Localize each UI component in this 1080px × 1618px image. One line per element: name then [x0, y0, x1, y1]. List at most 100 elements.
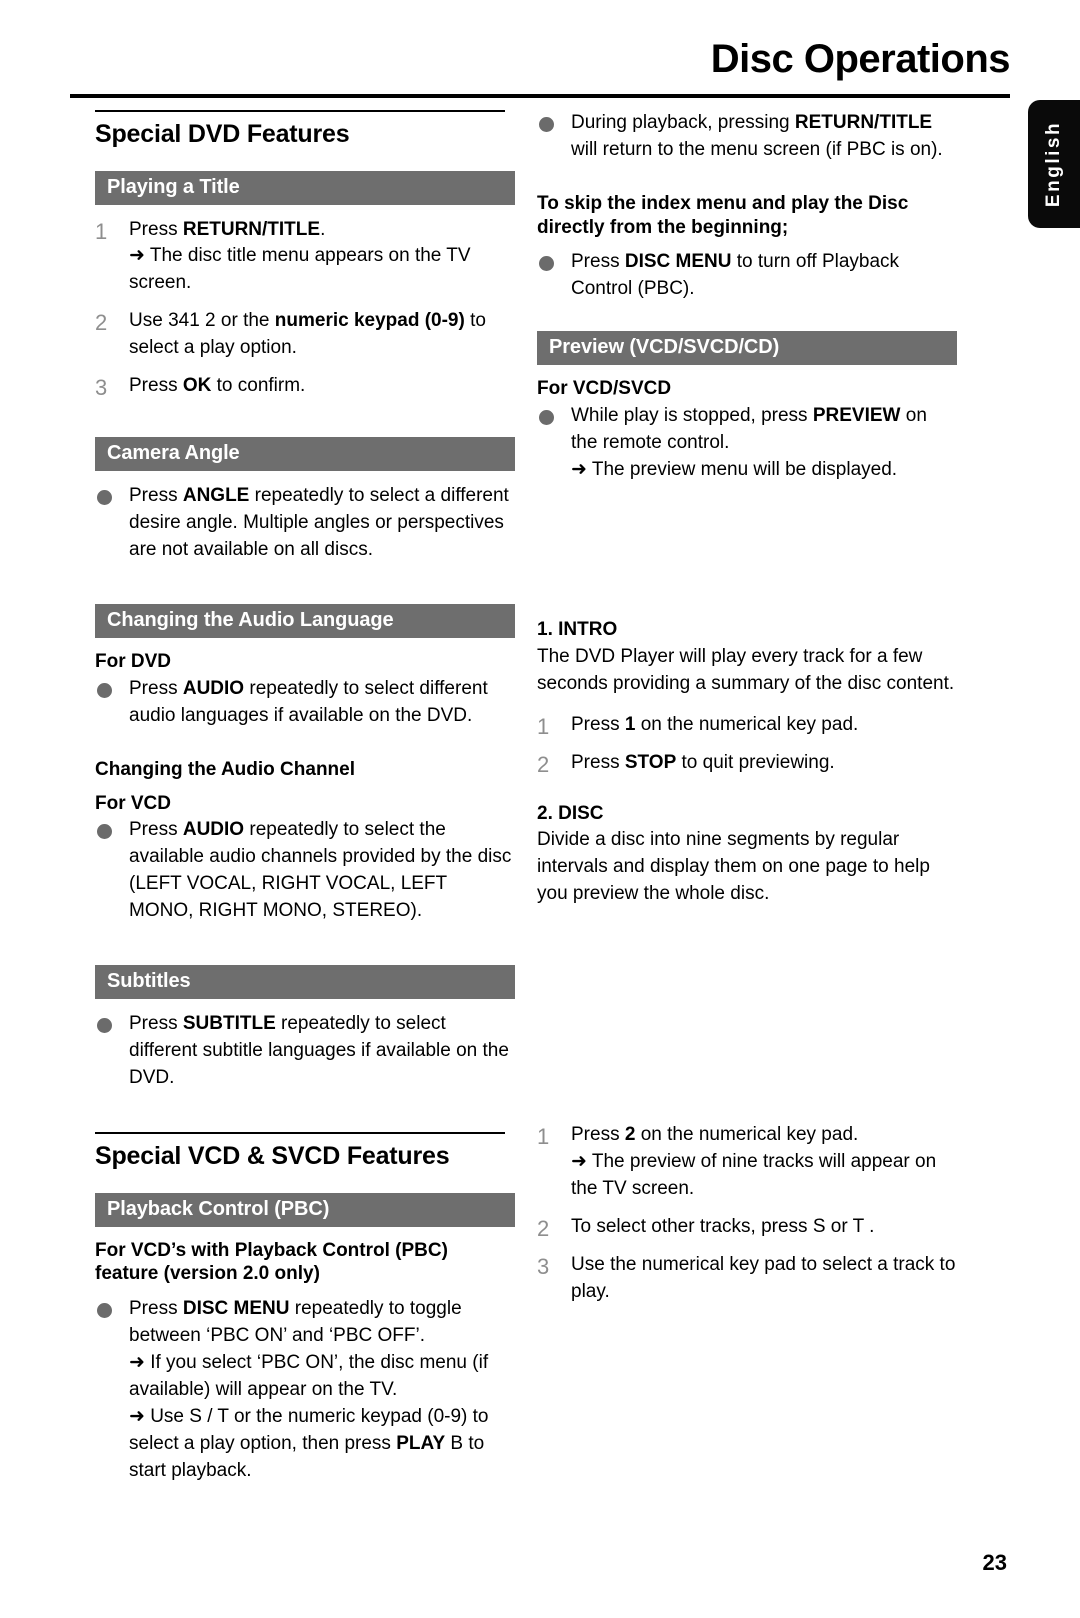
step-number: 3	[95, 375, 108, 401]
pbc-result-arrow-2: ➜ Use S / T or the numeric keypad (0-9) …	[129, 1404, 515, 1485]
step-text-pre: Use 341 2 or the	[129, 310, 275, 332]
step-number: 2	[537, 1216, 550, 1242]
language-tab-label: English	[1043, 120, 1064, 208]
step-number: 2	[95, 310, 108, 336]
bullet-text-pre: During playback, pressing	[571, 112, 795, 133]
step-text-pre: Press	[571, 751, 625, 773]
bullet-return-title: During playback, pressing RETURN/TITLE w…	[537, 110, 957, 164]
bullet-audio-channel: Press AUDIO repeatedly to select the ava…	[95, 817, 515, 925]
bullet-playback-control: Press DISC MENU repeatedly to toggle bet…	[95, 1296, 515, 1485]
step-text-bold: numeric keypad (0-9)	[274, 310, 465, 332]
bullet-text-bold: PREVIEW	[812, 405, 901, 427]
bullet-dot-icon	[97, 1018, 112, 1034]
heading-skip-index-menu: To skip the index menu and play the Disc…	[537, 192, 909, 238]
step-playing-title-2: 2 Use 341 2 or the numeric keypad (0-9) …	[95, 308, 515, 362]
heading-changing-audio-channel: Changing the Audio Channel	[95, 758, 355, 780]
pbc-arrow2-bold: PLAY	[396, 1433, 446, 1455]
step-result-arrow: ➜ The disc title menu appears on the TV …	[129, 245, 471, 294]
bullet-text-pre: Press	[571, 251, 625, 273]
bullet-text-pre: Press	[129, 819, 183, 841]
step-text-bold: 1	[624, 713, 636, 735]
disc-body: Divide a disc into nine segments by regu…	[537, 829, 930, 905]
subhead-for-vcd-svcd: For VCD/SVCD	[537, 378, 672, 400]
intro-body: The DVD Player will play every track for…	[537, 645, 955, 694]
bullet-text-pre: Press	[129, 1298, 183, 1320]
bullet-preview: While play is stopped, press PREVIEW on …	[537, 403, 957, 484]
pbc-result-arrow-1: ➜ If you select ‘PBC ON’, the disc menu …	[129, 1352, 489, 1401]
bullet-camera-angle: Press ANGLE repeatedly to select a diffe…	[95, 483, 515, 564]
step-text-pre: Press	[129, 218, 183, 240]
section-title-text: Special VCD & SVCD Features	[95, 1142, 450, 1171]
band-subtitles: Subtitles	[95, 965, 515, 1000]
step-text-bold: STOP	[624, 751, 677, 773]
header-divider	[70, 94, 1010, 98]
bullet-dot-icon	[97, 1303, 112, 1319]
bullet-text-bold: AUDIO	[182, 677, 245, 699]
bullet-dot-icon	[539, 117, 554, 132]
bullet-dot-icon	[539, 410, 554, 426]
step-text-bold: OK	[182, 375, 212, 397]
left-column: Special DVD Features Playing a Title 1 P…	[95, 110, 515, 1499]
step-text-post: on the numerical key pad.	[635, 1124, 859, 1146]
step-playing-title-1: 1 Press RETURN/TITLE. ➜ The disc title m…	[95, 217, 515, 298]
heading-intro: 1. INTRO	[537, 619, 618, 641]
bullet-text-bold: RETURN/TITLE	[794, 112, 933, 133]
right-column: During playback, pressing RETURN/TITLE w…	[537, 110, 957, 1317]
bullet-audio-language: Press AUDIO repeatedly to select differe…	[95, 676, 515, 730]
step-disc-1: 1 Press 2 on the numerical key pad. ➜ Th…	[537, 1122, 957, 1203]
step-text-pre: Press	[129, 375, 183, 397]
bullet-text-pre: Press	[129, 677, 183, 699]
step-text-post: to quit previewing.	[676, 751, 835, 773]
bullet-text-pre: While play is stopped, press	[571, 405, 813, 427]
step-number: 2	[537, 751, 550, 777]
step-intro-2: 2 Press STOP to quit previewing.	[537, 750, 957, 777]
step-text-post: on the numerical key pad.	[635, 713, 859, 735]
bullet-dot-icon	[97, 490, 112, 506]
bullet-text-pre: Press	[129, 485, 183, 507]
preview-result-arrow: ➜ The preview menu will be displayed.	[571, 459, 898, 481]
bullet-text-post: will return to the menu screen (if PBC i…	[571, 138, 943, 160]
subhead-for-dvd: For DVD	[95, 651, 171, 673]
band-playing-a-title: Playing a Title	[95, 170, 515, 205]
step-text-pre: Use the numerical key pad to select a tr…	[571, 1254, 956, 1303]
band-camera-angle: Camera Angle	[95, 437, 515, 472]
step-number: 1	[95, 218, 108, 244]
band-preview: Preview (VCD/SVCD/CD)	[537, 331, 957, 366]
bullet-skip-index: Press DISC MENU to turn off Playback Con…	[537, 249, 957, 303]
step-playing-title-3: 3 Press OK to confirm.	[95, 373, 515, 400]
subhead-for-vcd: For VCD	[95, 792, 171, 814]
disc-result-arrow: ➜ The preview of nine tracks will appear…	[571, 1151, 937, 1200]
manual-page: Disc Operations English Special DVD Feat…	[0, 0, 1080, 1618]
bullet-dot-icon	[97, 824, 112, 840]
heading-disc: 2. DISC	[537, 802, 604, 824]
step-text-pre: Press	[571, 1124, 625, 1146]
step-text-bold: RETURN/TITLE	[182, 218, 321, 240]
bullet-text-bold: ANGLE	[182, 485, 250, 507]
bullet-dot-icon	[97, 682, 112, 698]
bullet-dot-icon	[539, 256, 554, 272]
step-intro-1: 1 Press 1 on the numerical key pad.	[537, 712, 957, 739]
special-vcd-svcd-features-heading: Special VCD & SVCD Features	[95, 1132, 515, 1171]
step-text-pre: Press	[571, 713, 625, 735]
page-header: Disc Operations	[70, 37, 1011, 81]
step-disc-2: 2 To select other tracks, press S or T .	[537, 1214, 957, 1241]
special-dvd-features-heading: Special DVD Features	[95, 110, 515, 149]
step-number: 1	[537, 713, 550, 739]
step-number: 1	[537, 1124, 550, 1150]
page-number: 23	[982, 1550, 1007, 1575]
step-disc-3: 3 Use the numerical key pad to select a …	[537, 1252, 957, 1306]
band-changing-audio-language: Changing the Audio Language	[95, 604, 515, 639]
step-text-post: .	[320, 218, 326, 240]
subhead-pbc-feature: For VCD’s with Playback Control (PBC) fe…	[95, 1239, 448, 1285]
bullet-text-bold: DISC MENU	[182, 1298, 290, 1320]
language-tab: English	[1028, 100, 1080, 228]
step-text-bold: 2	[624, 1124, 636, 1146]
page-title: Disc Operations	[710, 37, 1011, 81]
section-rule	[95, 110, 505, 112]
step-text-pre: To select other tracks, press S or T .	[571, 1216, 875, 1238]
bullet-text-bold: SUBTITLE	[182, 1013, 276, 1035]
step-number: 3	[537, 1254, 550, 1280]
step-text-post: to confirm.	[211, 375, 306, 397]
bullet-subtitles: Press SUBTITLE repeatedly to select diff…	[95, 1011, 515, 1092]
bullet-text-bold: DISC MENU	[624, 251, 732, 273]
